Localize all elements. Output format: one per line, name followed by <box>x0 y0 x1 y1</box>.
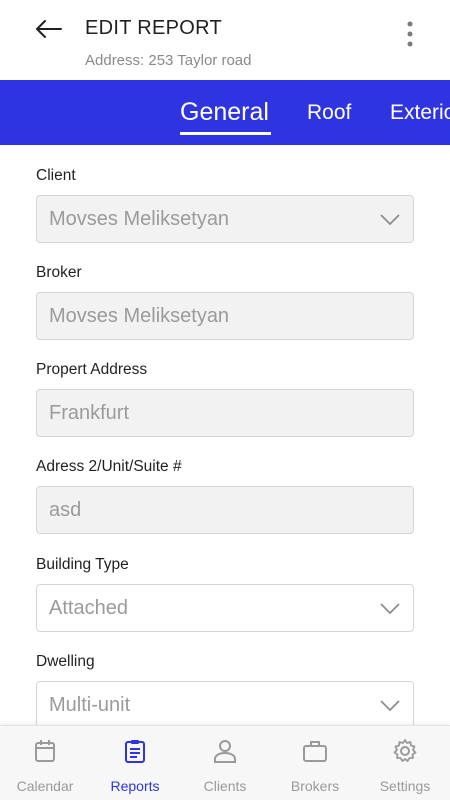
report-form: Client Movses Meliksetyan Broker Movses … <box>0 145 450 725</box>
broker-field[interactable]: Movses Meliksetyan <box>36 292 414 340</box>
broker-label: Broker <box>36 264 82 281</box>
dwelling-value: Multi-unit <box>49 693 131 716</box>
building-type-select[interactable]: Attached <box>36 584 414 632</box>
client-value: Movses Meliksetyan <box>49 207 230 230</box>
property-address-value: Frankfurt <box>49 401 130 424</box>
gear-icon <box>393 739 417 762</box>
client-select[interactable]: Movses Meliksetyan <box>36 195 414 243</box>
back-button[interactable] <box>28 12 68 46</box>
more-vertical-icon <box>407 21 413 47</box>
active-tab-indicator <box>180 132 271 135</box>
nav-reports[interactable]: Reports <box>90 726 180 800</box>
clipboard-icon <box>125 740 145 763</box>
tab-bar: General Roof Exterio <box>0 80 450 145</box>
nav-brokers-label: Brokers <box>290 778 340 794</box>
more-options-button[interactable] <box>392 14 428 54</box>
dwelling-label: Dwelling <box>36 653 95 670</box>
bottom-navigation: Calendar Reports Clients Brokers Setting… <box>0 725 450 800</box>
building-type-value: Attached <box>49 596 128 619</box>
tab-exterior[interactable]: Exterio <box>390 80 450 145</box>
page-subtitle: Address: 253 Taylor road <box>85 52 252 69</box>
calendar-icon <box>35 740 55 762</box>
tab-general[interactable]: General <box>180 80 269 145</box>
page-title: EDIT REPORT <box>85 17 223 39</box>
property-address-label: Propert Address <box>36 361 148 378</box>
nav-clients[interactable]: Clients <box>180 726 270 800</box>
nav-settings[interactable]: Settings <box>360 726 450 800</box>
address2-value: asd <box>49 498 82 521</box>
tab-roof[interactable]: Roof <box>307 80 351 145</box>
broker-value: Movses Meliksetyan <box>49 304 230 327</box>
chevron-down-icon <box>380 700 400 712</box>
nav-brokers[interactable]: Brokers <box>270 726 360 800</box>
nav-calendar-label: Calendar <box>16 778 74 794</box>
briefcase-icon <box>303 741 327 762</box>
person-icon <box>214 740 236 763</box>
nav-calendar[interactable]: Calendar <box>0 726 90 800</box>
app-header: EDIT REPORT Address: 253 Taylor road <box>0 0 450 80</box>
address2-field[interactable]: asd <box>36 486 414 534</box>
property-address-field[interactable]: Frankfurt <box>36 389 414 437</box>
arrow-left-icon <box>36 20 62 38</box>
nav-settings-label: Settings <box>379 778 431 794</box>
building-type-label: Building Type <box>36 556 129 573</box>
chevron-down-icon <box>380 214 400 226</box>
nav-clients-label: Clients <box>203 778 247 794</box>
nav-reports-label: Reports <box>110 778 160 794</box>
dwelling-select[interactable]: Multi-unit <box>36 681 414 725</box>
address2-label: Adress 2/Unit/Suite # <box>36 458 182 475</box>
client-label: Client <box>36 167 76 184</box>
chevron-down-icon <box>380 603 400 615</box>
